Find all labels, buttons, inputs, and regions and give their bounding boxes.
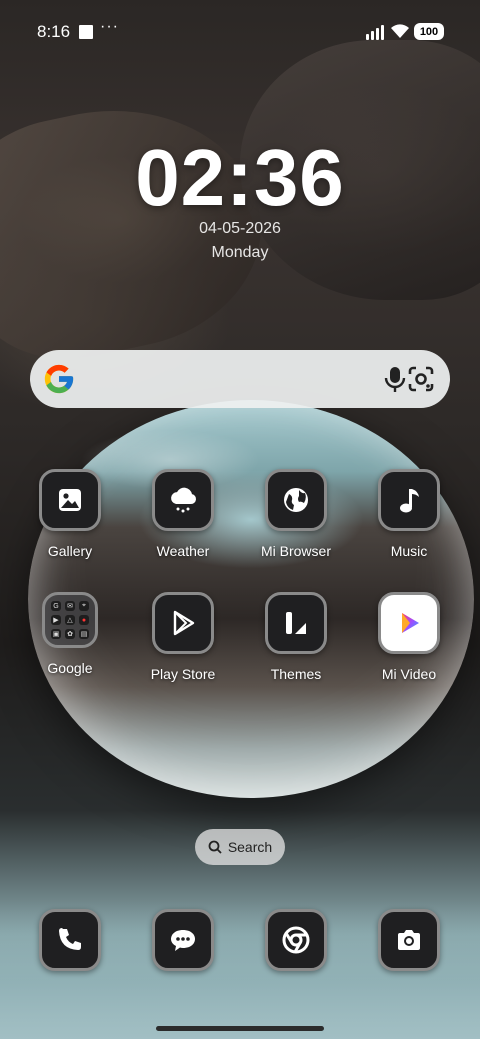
dock-messages[interactable] bbox=[128, 909, 238, 971]
day: Monday bbox=[211, 244, 269, 261]
gmail-mini-icon: ✉ bbox=[65, 601, 75, 611]
wifi-icon bbox=[391, 24, 409, 38]
phone-icon bbox=[39, 909, 101, 971]
dock-camera[interactable] bbox=[354, 909, 464, 971]
google-g-icon bbox=[44, 364, 74, 394]
files-mini-icon: ▤ bbox=[79, 629, 89, 639]
app-label: Music bbox=[390, 543, 428, 559]
app-label: Themes bbox=[270, 666, 322, 682]
mic-icon[interactable] bbox=[382, 365, 408, 393]
app-label: Mi Browser bbox=[260, 543, 331, 559]
status-time: 8:16 bbox=[37, 22, 71, 41]
app-mi-browser[interactable]: Mi Browser bbox=[241, 469, 351, 559]
camera-icon bbox=[378, 909, 440, 971]
gallery-icon bbox=[39, 469, 101, 531]
globe-icon bbox=[265, 469, 327, 531]
app-themes[interactable]: Themes bbox=[241, 592, 351, 682]
weather-icon bbox=[152, 469, 214, 531]
app-label: Google bbox=[47, 660, 93, 676]
date: 04-05-2026 bbox=[199, 220, 281, 237]
meet-mini-icon: ▣ bbox=[51, 629, 61, 639]
messages-icon bbox=[152, 909, 214, 971]
drive-mini-icon: △ bbox=[65, 615, 75, 625]
youtube-mini-icon: ▶ bbox=[51, 615, 61, 625]
app-weather[interactable]: Weather bbox=[128, 469, 238, 559]
search-pill-label: Search bbox=[227, 839, 273, 855]
mi-video-icon bbox=[378, 592, 440, 654]
themes-icon bbox=[265, 592, 327, 654]
signal-icon bbox=[366, 24, 384, 40]
app-label: Gallery bbox=[47, 543, 93, 559]
clock[interactable]: 02:36 bbox=[0, 138, 480, 218]
app-gallery[interactable]: Gallery bbox=[15, 469, 125, 559]
folder-icon: G ✉ ⌖ ▶ △ ● ▣ ✿ ▤ bbox=[42, 592, 98, 648]
app-music[interactable]: Music bbox=[354, 469, 464, 559]
app-label: Mi Video bbox=[381, 666, 437, 682]
search-icon bbox=[208, 840, 222, 854]
home-indicator[interactable] bbox=[156, 1026, 324, 1031]
app-play-store[interactable]: Play Store bbox=[128, 592, 238, 682]
maps-mini-icon: ⌖ bbox=[79, 601, 89, 611]
dock-phone[interactable] bbox=[15, 909, 125, 971]
notification-square-icon bbox=[79, 25, 93, 39]
music-note-icon bbox=[378, 469, 440, 531]
yt-music-mini-icon: ● bbox=[79, 615, 89, 625]
lens-icon[interactable] bbox=[407, 365, 435, 393]
app-label: Play Store bbox=[150, 666, 216, 682]
play-store-icon bbox=[152, 592, 214, 654]
status-bar: 8:16 ··· 100 bbox=[0, 0, 480, 64]
photos-mini-icon: ✿ bbox=[65, 629, 75, 639]
battery-icon: 100 bbox=[414, 23, 444, 40]
battery-level: 100 bbox=[419, 25, 439, 38]
google-mini-icon: G bbox=[51, 601, 61, 611]
app-search-button[interactable]: Search bbox=[195, 829, 285, 865]
more-notifications-icon: ··· bbox=[100, 18, 119, 35]
app-label: Weather bbox=[156, 543, 210, 559]
app-folder-google[interactable]: G ✉ ⌖ ▶ △ ● ▣ ✿ ▤ Google bbox=[15, 592, 125, 676]
chrome-icon bbox=[265, 909, 327, 971]
app-mi-video[interactable]: Mi Video bbox=[354, 592, 464, 682]
dock-chrome[interactable] bbox=[241, 909, 351, 971]
google-search-bar[interactable] bbox=[30, 350, 450, 408]
